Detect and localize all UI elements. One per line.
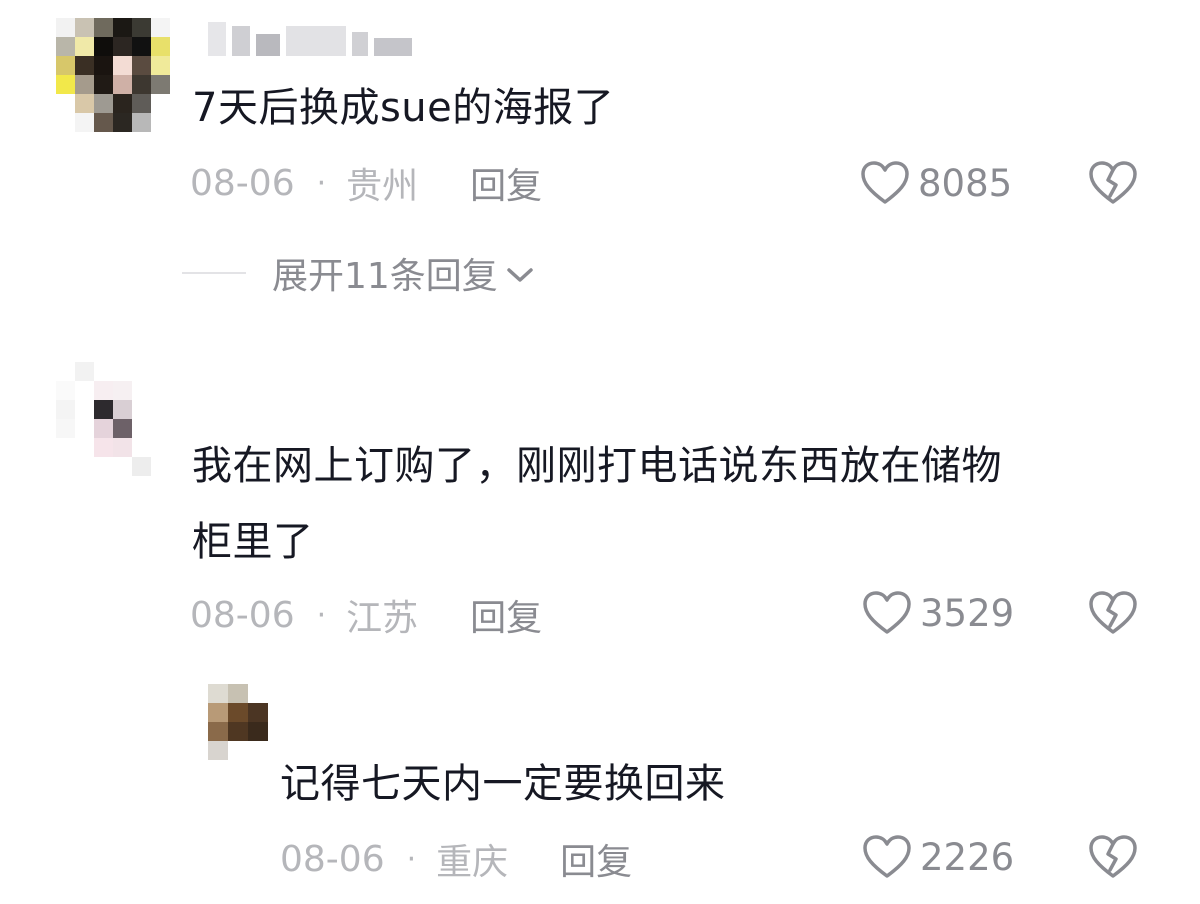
comment-location: 江苏 — [346, 598, 419, 639]
heart-outline-icon — [862, 590, 912, 636]
meta-separator: · — [406, 841, 417, 877]
reply-button[interactable]: 回复 — [470, 589, 542, 641]
comment-text-line-1: 我在网上订购了，刚刚打电话说东西放在储物 — [192, 443, 1002, 489]
reply-button[interactable]: 回复 — [470, 157, 542, 209]
like-button[interactable]: 2226 — [862, 832, 1014, 882]
reply-text: 记得七天内一定要换回来 — [280, 761, 726, 807]
dislike-button[interactable] — [1088, 160, 1138, 206]
dislike-button[interactable] — [1088, 590, 1138, 636]
heart-outline-icon — [860, 160, 910, 206]
broken-heart-icon — [1088, 160, 1138, 206]
expand-replies-label: 展开11条回复 — [272, 256, 498, 297]
comment-text-line-2: 柜里了 — [192, 519, 314, 565]
comment-date: 08-06 — [190, 594, 295, 636]
chevron-down-icon — [506, 253, 534, 294]
like-count: 3529 — [920, 591, 1015, 635]
broken-heart-icon — [1088, 834, 1138, 880]
meta-separator: · — [316, 597, 327, 633]
reply-button[interactable]: 回复 — [560, 833, 632, 885]
avatar[interactable] — [56, 18, 170, 132]
reply-date: 08-06 — [280, 838, 385, 880]
dislike-button[interactable] — [1088, 834, 1138, 880]
comment-meta: 08-06 · 江苏 回复 — [190, 589, 542, 641]
reply-avatar[interactable] — [208, 684, 268, 760]
like-button[interactable]: 3529 — [862, 588, 1014, 638]
comment-text: 7天后换成sue的海报了 — [192, 85, 615, 131]
comment-location: 贵州 — [346, 166, 419, 207]
expand-divider — [182, 272, 246, 274]
expand-replies[interactable]: 展开11条回复 — [182, 250, 534, 297]
like-count: 8085 — [918, 161, 1013, 205]
username-blurred[interactable] — [208, 18, 412, 56]
like-count: 2226 — [920, 835, 1015, 879]
reply-meta: 08-06 · 重庆 回复 — [280, 833, 632, 885]
meta-separator: · — [316, 165, 327, 201]
like-button[interactable]: 8085 — [860, 158, 1012, 208]
heart-outline-icon — [862, 834, 912, 880]
comment-meta: 08-06 · 贵州 回复 — [190, 157, 542, 209]
reply-location: 重庆 — [436, 842, 509, 883]
comment-date: 08-06 — [190, 162, 295, 204]
avatar[interactable] — [56, 362, 170, 476]
broken-heart-icon — [1088, 590, 1138, 636]
